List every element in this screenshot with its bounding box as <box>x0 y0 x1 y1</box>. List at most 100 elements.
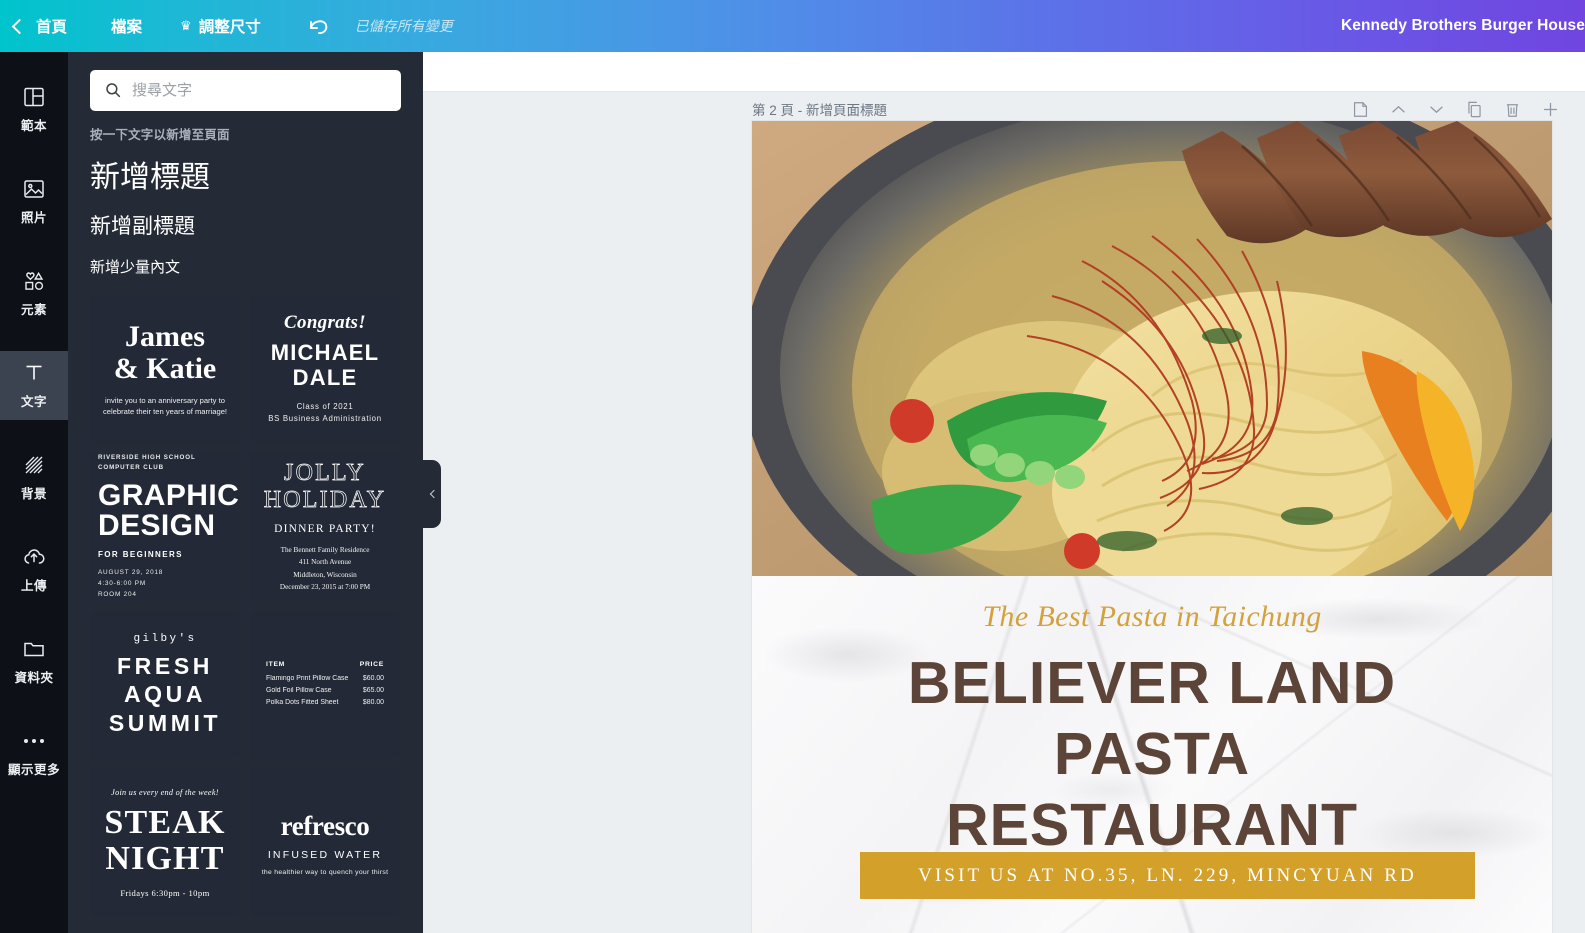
template-gilby-line1: FRESH AQUA <box>117 653 213 708</box>
sidebar-item-photos[interactable]: 照片 <box>0 167 68 236</box>
template-gilby-line2: SUMMIT <box>108 709 222 736</box>
sidebar-item-background[interactable]: 背景 <box>0 443 68 512</box>
template-james-sub: invite you to an anniversary party to ce… <box>102 395 228 416</box>
template-graphic-details: AUGUST 29, 2018 4:30-6:00 PM ROOM 204 <box>98 568 163 601</box>
folder-icon <box>24 642 44 657</box>
template-michael-congrats: Congrats! <box>284 312 366 334</box>
sidebar-label-text: 文字 <box>20 395 47 409</box>
pricelist-row: Flamingo Print Pillow Case $60.00 <box>266 673 384 685</box>
sidebar-item-elements[interactable]: 元素 <box>0 259 68 328</box>
template-jolly-b3: Middleton, Wisconsin <box>293 570 357 579</box>
design-cta-bar[interactable]: VISIT US AT NO.35, LN. 229, MINCYUAN RD <box>860 852 1475 899</box>
move-page-down-icon[interactable] <box>1427 100 1446 119</box>
resize-button[interactable]: ♛ 調整尺寸 <box>170 0 289 52</box>
sidebar-item-more[interactable]: 顯示更多 <box>0 719 68 788</box>
pricelist-header: ITEM PRICE <box>266 661 384 668</box>
text-template-card[interactable]: James & Katie invite you to an anniversa… <box>90 295 240 443</box>
sidebar-label-templates: 範本 <box>20 119 47 133</box>
design-title-line2: PASTA <box>1053 720 1251 787</box>
text-template-card[interactable]: JOLLY HOLIDAY DINNER PARTY! The Bennett … <box>250 453 400 601</box>
template-jolly-body: The Bennett Family Residence 411 North A… <box>280 544 370 594</box>
template-steak-joinus: Join us every end of the week! <box>111 787 219 797</box>
pricelist-col-item: ITEM <box>266 660 286 668</box>
pricelist-price: $80.00 <box>362 699 384 707</box>
collapse-panel-button[interactable] <box>423 460 441 528</box>
template-steak-line1: STEAK <box>104 803 226 841</box>
text-template-card[interactable]: Congrats! MICHAEL DALE Class of 2021 BS … <box>250 295 400 443</box>
design-canvas[interactable]: The Best Pasta in Taichung BELIEVER LAND… <box>752 121 1552 933</box>
template-steak-line2: NIGHT <box>105 840 225 877</box>
template-refresco-sub: INFUSED WATER <box>267 848 383 861</box>
pricelist-price: $65.00 <box>362 686 384 694</box>
file-menu-button[interactable]: 檔案 <box>89 0 170 52</box>
add-body-text-button[interactable]: 新增少量內文 <box>68 240 423 277</box>
page-title[interactable]: 第 2 頁 - 新增頁面標題 <box>752 99 887 119</box>
canva-editor: 首頁 檔案 ♛ 調整尺寸 已儲存所有變更 Kennedy Brothers Bu… <box>0 0 1585 933</box>
sidebar-item-templates[interactable]: 範本 <box>0 75 68 144</box>
template-michael-name2: DALE <box>292 365 358 391</box>
pricelist-row: Gold Foil Pillow Case $65.00 <box>266 685 384 697</box>
design-tagline[interactable]: The Best Pasta in Taichung <box>752 576 1552 634</box>
sidebar-item-upload[interactable]: 上傳 <box>0 535 68 604</box>
text-template-card[interactable]: Join us every end of the week! STEAK NIG… <box>90 769 240 917</box>
template-michael-name: MICHAEL DALE <box>271 341 380 390</box>
template-gilby-title: FRESH AQUA SUMMIT <box>98 652 232 736</box>
sidebar-item-folder[interactable]: 資料夾 <box>0 627 68 696</box>
duplicate-page-icon[interactable] <box>1465 100 1484 119</box>
template-michael-sub1: Class of 2021 <box>296 401 354 411</box>
text-template-card[interactable]: gilby's FRESH AQUA SUMMIT <box>90 611 240 759</box>
template-refresco-tag: the healthier way to quench your thirst <box>261 868 389 876</box>
undo-button[interactable] <box>289 0 349 52</box>
template-graphic-for: FOR BEGINNERS <box>98 549 183 559</box>
text-template-card[interactable]: RIVERSIDE HIGH SCHOOL COMPUTER CLUB GRAP… <box>90 453 240 601</box>
pricelist-item: Gold Foil Pillow Case <box>266 686 332 694</box>
sidebar-item-text[interactable]: 文字 <box>0 351 68 420</box>
file-label: 檔案 <box>111 19 143 36</box>
delete-page-icon[interactable] <box>1503 100 1522 119</box>
add-page-icon[interactable] <box>1541 100 1560 119</box>
template-graphic-top: RIVERSIDE HIGH SCHOOL COMPUTER CLUB <box>98 453 196 472</box>
crown-icon: ♛ <box>180 17 192 33</box>
add-heading-button[interactable]: 新增標題 <box>68 143 423 196</box>
project-title[interactable]: Kennedy Brothers Burger House <box>1341 17 1585 35</box>
elements-icon <box>25 271 44 290</box>
template-jolly-b2: 411 North Avenue <box>298 558 352 567</box>
panel-hint: 按一下文字以新增至頁面 <box>90 128 230 142</box>
pricelist-price: $60.00 <box>362 674 384 682</box>
search-icon <box>106 83 121 98</box>
upload-icon <box>24 549 45 564</box>
sidebar-label-folder: 資料夾 <box>14 671 54 685</box>
pricelist-row: Polka Dots Fitted Sheet $80.00 <box>266 697 384 709</box>
photos-icon <box>24 180 44 198</box>
template-james-title: James & Katie invite you to an anniversa… <box>98 321 232 416</box>
search-box[interactable] <box>90 70 401 111</box>
text-icon <box>26 365 42 380</box>
pasta-photo[interactable] <box>752 121 1552 576</box>
background-icon <box>25 456 43 474</box>
sidebar-label-background: 背景 <box>20 487 47 501</box>
pricelist-item: Polka Dots Fitted Sheet <box>266 699 339 707</box>
design-title[interactable]: BELIEVER LAND PASTA RESTAURANT <box>752 634 1552 860</box>
home-button[interactable]: 首頁 <box>0 0 89 52</box>
home-label: 首頁 <box>36 19 68 36</box>
add-subheading-button[interactable]: 新增副標題 <box>68 196 423 240</box>
template-graphic-main1: GRAPHIC <box>98 478 240 512</box>
template-pricelist: ITEM PRICE Flamingo Print Pillow Case $6… <box>266 661 384 709</box>
text-panel: 按一下文字以新增至頁面 新增標題 新增副標題 新增少量內文 James & Ka… <box>68 52 423 933</box>
template-graphic-det3: ROOM 204 <box>98 590 137 598</box>
page-tools <box>1351 100 1570 119</box>
template-james-line2: & Katie <box>113 351 217 385</box>
text-template-card[interactable]: refresco INFUSED WATER the healthier way… <box>250 769 400 917</box>
search-input[interactable] <box>132 82 382 99</box>
canvas-area: 第 2 頁 - 新增頁面標題 The Best Pasta in Taichun… <box>423 93 1585 933</box>
template-graphic-top1: RIVERSIDE HIGH SCHOOL <box>98 454 196 462</box>
edit-page-title-icon[interactable] <box>1351 100 1370 119</box>
chevron-left-icon <box>11 18 28 34</box>
editor-toolbar-strip <box>423 52 1585 92</box>
template-steak-title: STEAK NIGHT <box>104 803 226 877</box>
saved-status: 已儲存所有變更 <box>354 18 453 34</box>
text-template-card[interactable]: ITEM PRICE Flamingo Print Pillow Case $6… <box>250 611 400 759</box>
move-page-up-icon[interactable] <box>1389 100 1408 119</box>
page-header: 第 2 頁 - 新增頁面標題 <box>752 96 1570 122</box>
pasta-photo-image <box>752 121 1552 576</box>
